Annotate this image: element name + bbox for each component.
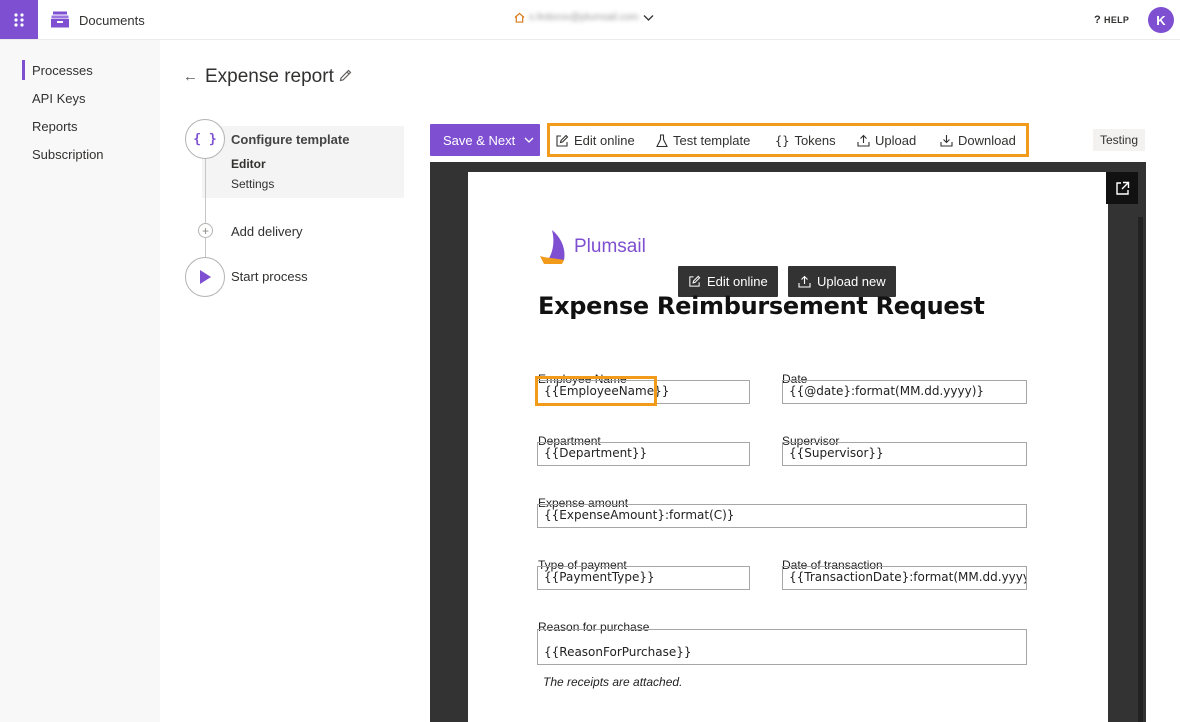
step-sub-settings[interactable]: Settings bbox=[231, 177, 274, 191]
toolbar-highlight: Edit online Test template {} Tokens Uplo… bbox=[547, 123, 1029, 157]
step-start-label[interactable]: Start process bbox=[231, 269, 308, 284]
overlay-edit-online-label: Edit online bbox=[707, 274, 768, 289]
step-connector bbox=[205, 158, 206, 258]
page-title: Expense report bbox=[205, 66, 334, 87]
plus-icon: + bbox=[201, 223, 209, 238]
upload-icon bbox=[857, 134, 870, 147]
receipts-note: The receipts are attached. bbox=[543, 675, 683, 689]
help-button[interactable]: ? HELP bbox=[1094, 14, 1129, 26]
upload-icon bbox=[798, 275, 811, 288]
save-dropdown-chevron[interactable] bbox=[518, 137, 540, 144]
step-delivery-circle[interactable]: + bbox=[198, 223, 213, 238]
document-preview[interactable]: Plumsail Edit online Upload new Expense … bbox=[430, 162, 1146, 722]
field-expense-amount: {{ExpenseAmount}:format(C)} bbox=[537, 504, 1027, 528]
save-next-label: Save & Next bbox=[443, 132, 516, 148]
upload-label: Upload bbox=[875, 133, 917, 148]
field-date: {{@date}:format(MM.dd.yyyy)} bbox=[782, 380, 1027, 404]
step-configure-circle[interactable]: { } bbox=[185, 119, 225, 159]
nav-item-processes[interactable]: Processes bbox=[32, 63, 93, 78]
nav-item-subscription[interactable]: Subscription bbox=[32, 147, 104, 162]
chevron-down-icon bbox=[643, 14, 654, 21]
popout-button[interactable] bbox=[1106, 172, 1138, 204]
plumsail-logo-icon bbox=[540, 230, 565, 264]
step-configure-label[interactable]: Configure template bbox=[231, 132, 349, 147]
home-icon bbox=[514, 12, 525, 23]
field-supervisor: {{Supervisor}} bbox=[782, 442, 1027, 466]
document-page: Plumsail Edit online Upload new Expense … bbox=[468, 172, 1108, 722]
waffle-icon bbox=[14, 12, 24, 27]
doc-title: Expense Reimbursement Request bbox=[538, 292, 985, 320]
pencil-icon[interactable] bbox=[339, 69, 352, 82]
left-nav: Processes API Keys Reports Subscription bbox=[0, 40, 160, 722]
chevron-down-icon bbox=[524, 137, 534, 143]
help-label: HELP bbox=[1104, 15, 1130, 25]
step-sub-editor[interactable]: Editor bbox=[231, 157, 266, 171]
open-external-icon bbox=[1115, 181, 1129, 195]
tokens-label: Tokens bbox=[794, 133, 836, 148]
nav-active-indicator bbox=[22, 60, 25, 80]
braces-icon: { } bbox=[193, 131, 217, 147]
avatar[interactable]: K bbox=[1148, 7, 1174, 33]
field-reason: {{ReasonForPurchase}} bbox=[537, 629, 1027, 665]
preview-scrollbar[interactable] bbox=[1138, 217, 1143, 722]
download-label: Download bbox=[958, 133, 1016, 148]
testing-badge[interactable]: Testing bbox=[1093, 129, 1145, 151]
field-highlight bbox=[535, 376, 657, 406]
field-type-of-payment: {{PaymentType}} bbox=[537, 566, 750, 590]
step-start-circle[interactable] bbox=[185, 257, 225, 297]
app-title[interactable]: Documents bbox=[79, 13, 145, 28]
flask-icon bbox=[656, 133, 668, 147]
field-department: {{Department}} bbox=[537, 442, 750, 466]
nav-item-reports[interactable]: Reports bbox=[32, 119, 78, 134]
braces-icon: {} bbox=[775, 133, 790, 148]
step-delivery-label[interactable]: Add delivery bbox=[231, 224, 303, 239]
edit-icon bbox=[556, 134, 569, 147]
question-icon: ? bbox=[1094, 14, 1102, 26]
test-template-button[interactable]: Test template bbox=[656, 133, 750, 148]
play-icon bbox=[200, 270, 211, 284]
app-launcher-button[interactable] bbox=[0, 0, 38, 39]
test-template-label: Test template bbox=[673, 133, 751, 148]
documents-app-icon bbox=[51, 11, 69, 28]
download-icon bbox=[940, 135, 953, 147]
back-arrow-icon[interactable]: ← bbox=[183, 68, 198, 85]
account-switcher[interactable]: s.fedorov@plumsail.com bbox=[514, 12, 654, 23]
account-email: s.fedorov@plumsail.com bbox=[529, 12, 639, 23]
logo-text: Plumsail bbox=[574, 236, 646, 257]
plumsail-logo: Plumsail bbox=[538, 228, 646, 266]
nav-item-api-keys[interactable]: API Keys bbox=[32, 91, 85, 106]
download-button[interactable]: Download bbox=[940, 133, 1016, 148]
upload-button[interactable]: Upload bbox=[857, 133, 916, 148]
top-bar: Documents s.fedorov@plumsail.com ? HELP K bbox=[0, 0, 1180, 40]
tokens-button[interactable]: {} Tokens bbox=[775, 133, 836, 148]
edit-online-button[interactable]: Edit online bbox=[555, 133, 635, 148]
edit-icon bbox=[689, 275, 701, 287]
field-date-of-transaction: {{TransactionDate}:format(MM.dd.yyyy)} bbox=[782, 566, 1027, 590]
edit-online-label: Edit online bbox=[574, 133, 635, 148]
save-next-button[interactable]: Save & Next bbox=[430, 124, 540, 156]
overlay-upload-new-label: Upload new bbox=[817, 274, 886, 289]
